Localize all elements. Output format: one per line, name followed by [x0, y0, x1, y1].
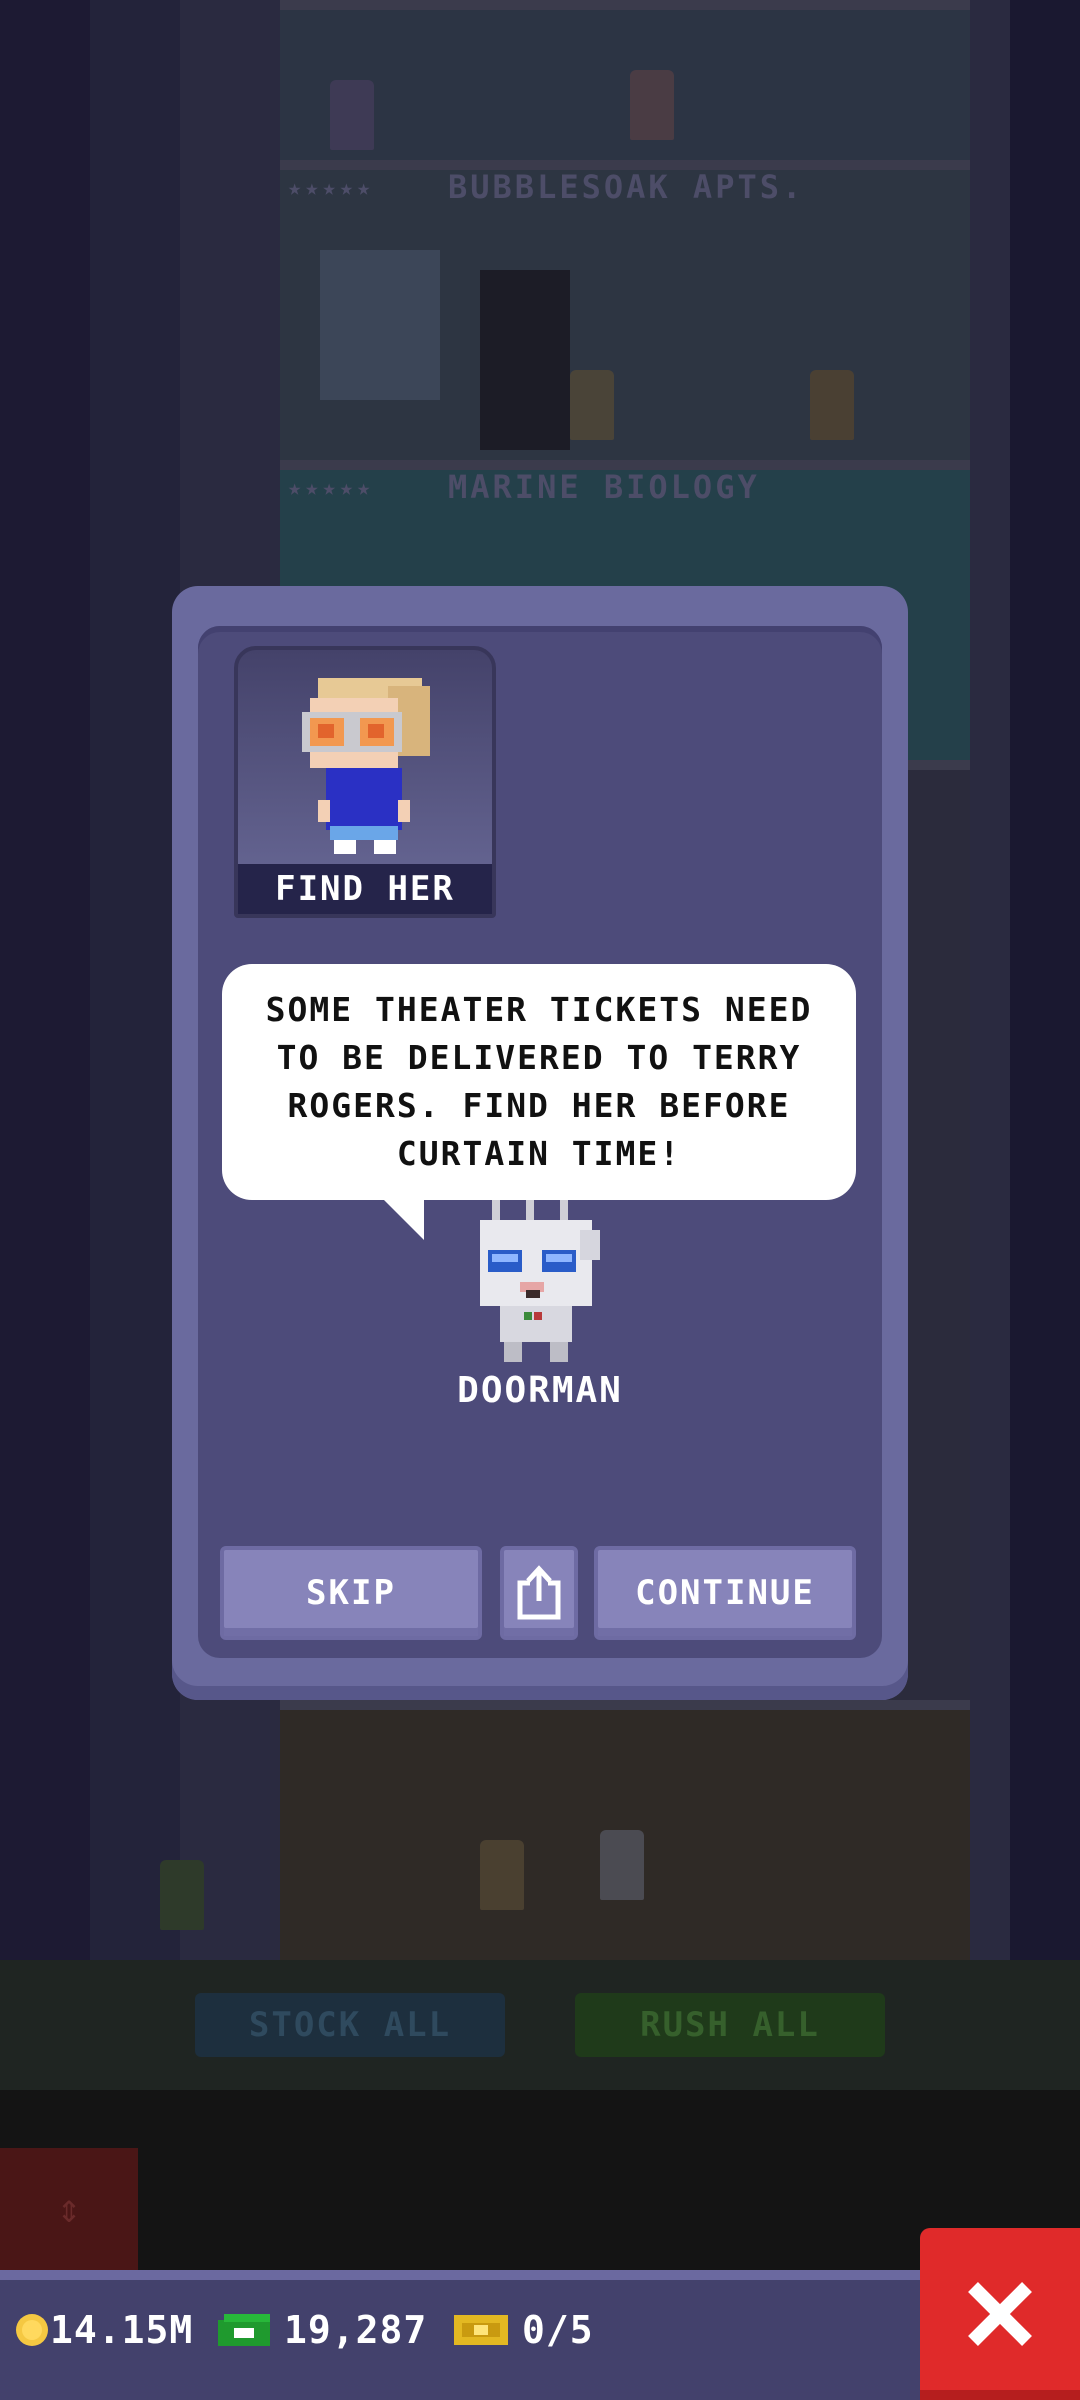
speech-bubble-tail	[380, 1196, 424, 1240]
doorman-figure[interactable]	[600, 1830, 644, 1900]
bitizen-figure[interactable]	[810, 370, 854, 440]
floor-door	[480, 270, 570, 450]
floor-stars: ★★★★★	[288, 476, 375, 501]
close-icon	[968, 2282, 1032, 2346]
share-icon	[517, 1565, 561, 1620]
skip-button[interactable]: SKIP	[220, 1546, 482, 1640]
bitizen-figure[interactable]	[480, 1840, 524, 1910]
share-button[interactable]	[500, 1546, 578, 1640]
rush-all-button[interactable]: RUSH ALL	[575, 1993, 885, 2057]
bitizen-portrait-card: FIND HER	[234, 646, 496, 918]
elevator-toggle-button[interactable]: ⇕	[0, 2148, 138, 2270]
bitizen-in-elevator[interactable]	[160, 1860, 204, 1930]
floor-label-marine-biology: MARINE BIOLOGY	[448, 468, 760, 506]
floor-theater[interactable]	[280, 1700, 970, 1970]
terry-rogers-avatar	[302, 678, 430, 854]
mission-message: SOME THEATER TICKETS NEED TO BE DELIVERE…	[265, 990, 813, 1173]
tickets-value: 0/5	[522, 2308, 594, 2352]
bitizen-figure[interactable]	[330, 80, 374, 150]
bitizen-figure[interactable]	[630, 70, 674, 140]
portrait-caption: FIND HER	[238, 864, 492, 914]
floor-residential-top[interactable]	[280, 0, 970, 170]
bitizen-figure[interactable]	[570, 370, 614, 440]
continue-button[interactable]: CONTINUE	[594, 1546, 856, 1640]
bux-display: 19,287	[214, 2308, 427, 2352]
floor-bubblesoak[interactable]	[280, 160, 970, 470]
close-button[interactable]	[920, 2228, 1080, 2400]
coin-icon	[16, 2314, 48, 2346]
floor-furniture	[320, 250, 440, 400]
floor-stars: ★★★★★	[288, 176, 375, 201]
speech-bubble: SOME THEATER TICKETS NEED TO BE DELIVERE…	[222, 964, 856, 1200]
elevator-icon: ⇕	[56, 2186, 82, 2232]
stock-all-button[interactable]: STOCK ALL	[195, 1993, 505, 2057]
action-toolbar	[0, 1960, 1080, 2090]
currency-hud: 14.15M 19,287 0/5	[0, 2270, 1080, 2400]
tickets-display: 0/5	[452, 2308, 594, 2352]
bux-icon	[218, 2314, 270, 2346]
stairwell	[970, 0, 1010, 1960]
ticket-icon	[454, 2315, 508, 2345]
doorman-avatar	[480, 1200, 600, 1362]
night-sky-left	[0, 0, 90, 1960]
speaker-name: DOORMAN	[457, 1370, 623, 1411]
floor-label-bubblesoak: BUBBLESOAK APTS.	[448, 168, 805, 206]
bux-value: 19,287	[284, 2308, 428, 2352]
coins-display: 14.15M	[14, 2308, 193, 2352]
lower-tower-area	[0, 2090, 1080, 2270]
coins-value: 14.15M	[50, 2308, 194, 2352]
